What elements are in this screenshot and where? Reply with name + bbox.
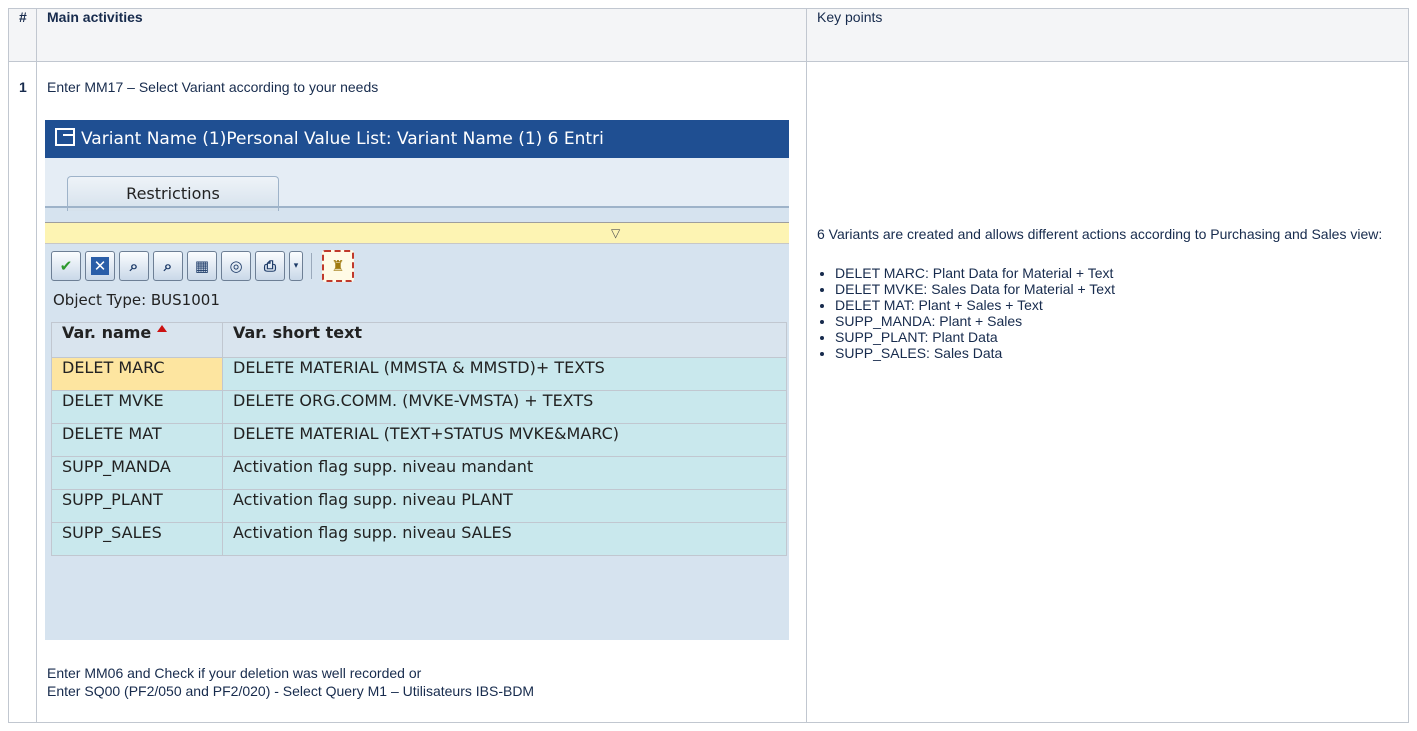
- variant-name[interactable]: DELETE MAT: [51, 423, 223, 457]
- display-icon[interactable]: ◎: [221, 251, 251, 281]
- activities-table: # Main activities Key points 1 Enter MM1…: [8, 8, 1409, 723]
- expand-triangle-icon[interactable]: ▽: [611, 226, 620, 240]
- check-icon[interactable]: ✔: [51, 251, 81, 281]
- list-item[interactable]: DELETE MAT DELETE MATERIAL (TEXT+STATUS …: [51, 423, 787, 457]
- column-var-name[interactable]: Var. name: [51, 322, 223, 358]
- sort-ascending-icon: [157, 325, 168, 332]
- variant-grid: Var. name Var. short text DELET MARC DEL…: [51, 322, 787, 556]
- personal-list-icon[interactable]: ♜: [322, 250, 354, 282]
- key-points: 6 Variants are created and allows differ…: [817, 224, 1398, 361]
- variant-text[interactable]: DELETE ORG.COMM. (MVKE-VMSTA) + TEXTS: [222, 390, 787, 424]
- list-item[interactable]: DELET MVKE DELETE ORG.COMM. (MVKE-VMSTA)…: [51, 390, 787, 424]
- tab-divider: [45, 206, 789, 208]
- list-item: DELET MARC: Plant Data for Material + Te…: [835, 265, 1398, 281]
- list-item[interactable]: SUPP_SALES Activation flag supp. niveau …: [51, 522, 787, 556]
- column-var-name-label: Var. name: [62, 323, 152, 342]
- header-key-points: Key points: [806, 8, 1409, 62]
- column-var-short-text[interactable]: Var. short text: [222, 322, 787, 358]
- header-number: #: [8, 8, 37, 62]
- variant-name[interactable]: SUPP_PLANT: [51, 489, 223, 523]
- variant-text[interactable]: DELETE MATERIAL (TEXT+STATUS MVKE&MARC): [222, 423, 787, 457]
- follow-up-line-2: Enter SQ00 (PF2/050 and PF2/020) - Selec…: [47, 683, 535, 699]
- find-icon[interactable]: ⌕: [119, 251, 149, 281]
- variant-name[interactable]: DELET MVKE: [51, 390, 223, 424]
- table-header-row: # Main activities Key points: [8, 8, 1409, 62]
- dropdown-icon[interactable]: ▾: [289, 251, 303, 281]
- sap-screenshot: Variant Name (1)Personal Value List: Var…: [45, 120, 789, 640]
- sap-title-text: Variant Name (1)Personal Value List: Var…: [81, 129, 604, 149]
- variant-name[interactable]: SUPP_SALES: [51, 522, 223, 556]
- list-item: DELET MAT: Plant + Sales + Text: [835, 297, 1398, 313]
- list-item: DELET MVKE: Sales Data for Material + Te…: [835, 281, 1398, 297]
- row-number-cell: 1: [8, 61, 37, 723]
- list-item: SUPP_SALES: Sales Data: [835, 345, 1398, 361]
- list-item[interactable]: DELET MARC DELETE MATERIAL (MMSTA & MMST…: [51, 357, 787, 391]
- select-icon[interactable]: ▦: [187, 251, 217, 281]
- key-points-cell: 6 Variants are created and allows differ…: [806, 61, 1409, 723]
- follow-up-line-1: Enter MM06 and Check if your deletion wa…: [47, 665, 422, 681]
- key-points-list: DELET MARC: Plant Data for Material + Te…: [817, 265, 1398, 361]
- activity-intro: Enter MM17 – Select Variant according to…: [47, 79, 379, 95]
- variant-name[interactable]: SUPP_MANDA: [51, 456, 223, 490]
- variant-name[interactable]: DELET MARC: [51, 357, 223, 391]
- cancel-icon[interactable]: ✕: [85, 251, 115, 281]
- follow-up-instructions: Enter MM06 and Check if your deletion wa…: [47, 664, 796, 700]
- restrictions-collapse-bar[interactable]: ▽: [45, 222, 789, 244]
- row-number: 1: [19, 79, 27, 95]
- variant-text[interactable]: DELETE MATERIAL (MMSTA & MMSTD)+ TEXTS: [222, 357, 787, 391]
- variant-text[interactable]: Activation flag supp. niveau mandant: [222, 456, 787, 490]
- key-points-intro: 6 Variants are created and allows differ…: [817, 226, 1383, 242]
- grid-header-row: Var. name Var. short text: [51, 322, 787, 358]
- list-item: SUPP_PLANT: Plant Data: [835, 329, 1398, 345]
- sap-tab-strip: Restrictions: [45, 158, 789, 211]
- list-item[interactable]: SUPP_PLANT Activation flag supp. niveau …: [51, 489, 787, 523]
- list-item: SUPP_MANDA: Plant + Sales: [835, 313, 1398, 329]
- table-row: 1 Enter MM17 – Select Variant according …: [8, 61, 1409, 723]
- variant-text[interactable]: Activation flag supp. niveau SALES: [222, 522, 787, 556]
- list-item[interactable]: SUPP_MANDA Activation flag supp. niveau …: [51, 456, 787, 490]
- toolbar-separator: [311, 253, 314, 279]
- print-icon[interactable]: ⎙: [255, 251, 285, 281]
- find-next-icon[interactable]: ⌕: [153, 251, 183, 281]
- variant-text[interactable]: Activation flag supp. niveau PLANT: [222, 489, 787, 523]
- sap-title-bar: Variant Name (1)Personal Value List: Var…: [45, 120, 789, 158]
- header-main-activities: Main activities: [36, 8, 807, 62]
- main-activity-cell: Enter MM17 – Select Variant according to…: [36, 61, 807, 723]
- window-icon: [55, 128, 75, 146]
- object-type-label: Object Type: BUS1001: [53, 291, 220, 309]
- sap-toolbar: ✔ ✕ ⌕ ⌕ ▦ ◎ ⎙ ▾ ♜: [45, 244, 789, 288]
